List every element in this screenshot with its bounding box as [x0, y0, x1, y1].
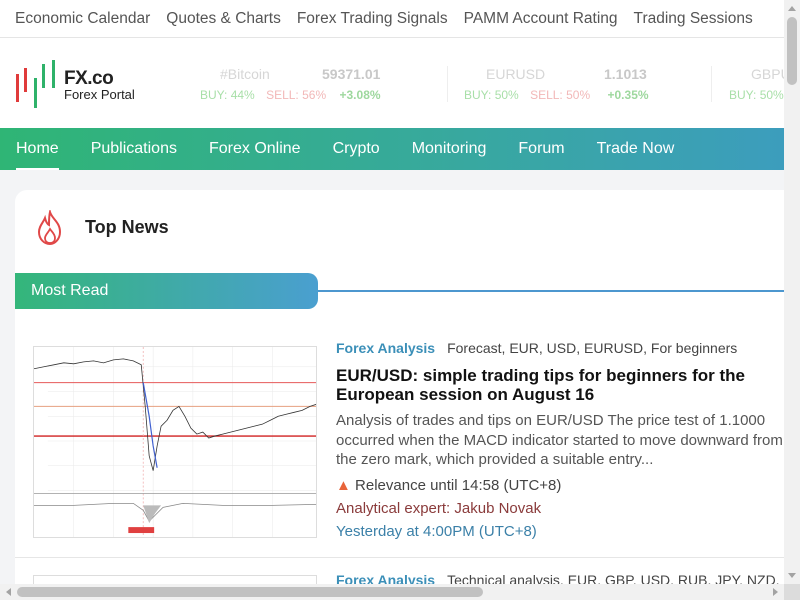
scroll-up-icon[interactable]: [788, 6, 796, 11]
ticker-bitcoin[interactable]: #Bitcoin 59371.01 BUY: 44% SELL: 56% +3.…: [200, 66, 400, 106]
topnav-economic-calendar[interactable]: Economic Calendar: [15, 10, 150, 28]
article-tags[interactable]: Forecast, EUR, USD, EURUSD, For beginner…: [447, 340, 737, 356]
article-headline[interactable]: EUR/USD: simple trading tips for beginne…: [336, 366, 784, 404]
article-thumbnail[interactable]: [33, 346, 317, 538]
ticker-divider: [447, 66, 448, 102]
logo-tagline: Forex Portal: [64, 87, 135, 102]
logo-candles-icon: [14, 60, 60, 108]
topnav-pamm-account-rating[interactable]: PAMM Account Rating: [464, 10, 618, 28]
topnav-quotes-charts[interactable]: Quotes & Charts: [166, 10, 281, 28]
vertical-scroll-thumb[interactable]: [787, 17, 797, 85]
tab-most-read[interactable]: Most Read: [15, 273, 318, 309]
nav-trade-now[interactable]: Trade Now: [597, 128, 675, 170]
flame-small-icon: ▲: [336, 477, 351, 494]
ticker-divider: [711, 66, 712, 102]
topnav-forex-trading-signals[interactable]: Forex Trading Signals: [297, 10, 448, 28]
top-news-header: Top News: [15, 190, 784, 268]
ticker-change: +3.08%: [339, 88, 381, 102]
nav-forex-online[interactable]: Forex Online: [209, 128, 301, 170]
nav-forum[interactable]: Forum: [518, 128, 564, 170]
top-navigation: Economic Calendar Quotes & Charts Forex …: [0, 0, 784, 38]
article-time: Yesterday at 4:00PM (UTC+8): [336, 523, 537, 540]
article-category[interactable]: Forex Analysis: [336, 340, 435, 356]
tab-underline: [318, 290, 784, 292]
scroll-left-icon[interactable]: [6, 588, 11, 596]
ticker-change: +0.35%: [607, 88, 649, 102]
scroll-down-icon[interactable]: [788, 573, 796, 578]
nav-crypto[interactable]: Crypto: [333, 128, 380, 170]
vertical-scrollbar[interactable]: [784, 0, 800, 584]
ticker-sentiment: BUY: 44% SELL: 56% +3.08%: [200, 88, 381, 102]
ticker-price: 59371.01: [322, 66, 381, 82]
scroll-right-icon[interactable]: [773, 588, 778, 596]
ticker-gbpusd[interactable]: GBPU BUY: 50%: [729, 66, 784, 106]
main-navigation: Home Publications Forex Online Crypto Mo…: [0, 128, 784, 170]
ticker-symbol: EURUSD: [486, 66, 546, 82]
horizontal-scrollbar[interactable]: [0, 584, 800, 600]
horizontal-scroll-thumb[interactable]: [17, 587, 483, 597]
article-divider: [15, 557, 784, 558]
nav-home[interactable]: Home: [16, 128, 59, 170]
flame-icon: [37, 210, 62, 246]
scrollbar-corner: [784, 584, 800, 600]
ticker-symbol: #Bitcoin: [220, 66, 270, 82]
logo[interactable]: FX.co Forex Portal: [14, 60, 144, 110]
ticker-sentiment: BUY: 50%: [729, 88, 784, 102]
article-expert[interactable]: Analytical expert: Jakub Novak: [336, 500, 541, 517]
section-title: Top News: [85, 217, 169, 237]
news-card: Top News Most Read Forex Analysis Foreca…: [15, 190, 784, 590]
article-relevance: ▲ Relevance until 14:58 (UTC+8): [336, 477, 562, 494]
ticker-eurusd[interactable]: EURUSD 1.1013 BUY: 50% SELL: 50% +0.35%: [464, 66, 664, 106]
article-meta: Forex Analysis Forecast, EUR, USD, EURUSD…: [336, 340, 737, 356]
nav-monitoring[interactable]: Monitoring: [412, 128, 487, 170]
article-summary: Analysis of trades and tips on EUR/USD T…: [336, 412, 783, 468]
nav-publications[interactable]: Publications: [91, 128, 177, 170]
header: FX.co Forex Portal #Bitcoin 59371.01 BUY…: [0, 38, 784, 128]
topnav-trading-sessions[interactable]: Trading Sessions: [634, 10, 753, 28]
ticker-sentiment: BUY: 50% SELL: 50% +0.35%: [464, 88, 649, 102]
ticker-symbol: GBPU: [751, 66, 784, 82]
ticker-price: 1.1013: [604, 66, 647, 82]
